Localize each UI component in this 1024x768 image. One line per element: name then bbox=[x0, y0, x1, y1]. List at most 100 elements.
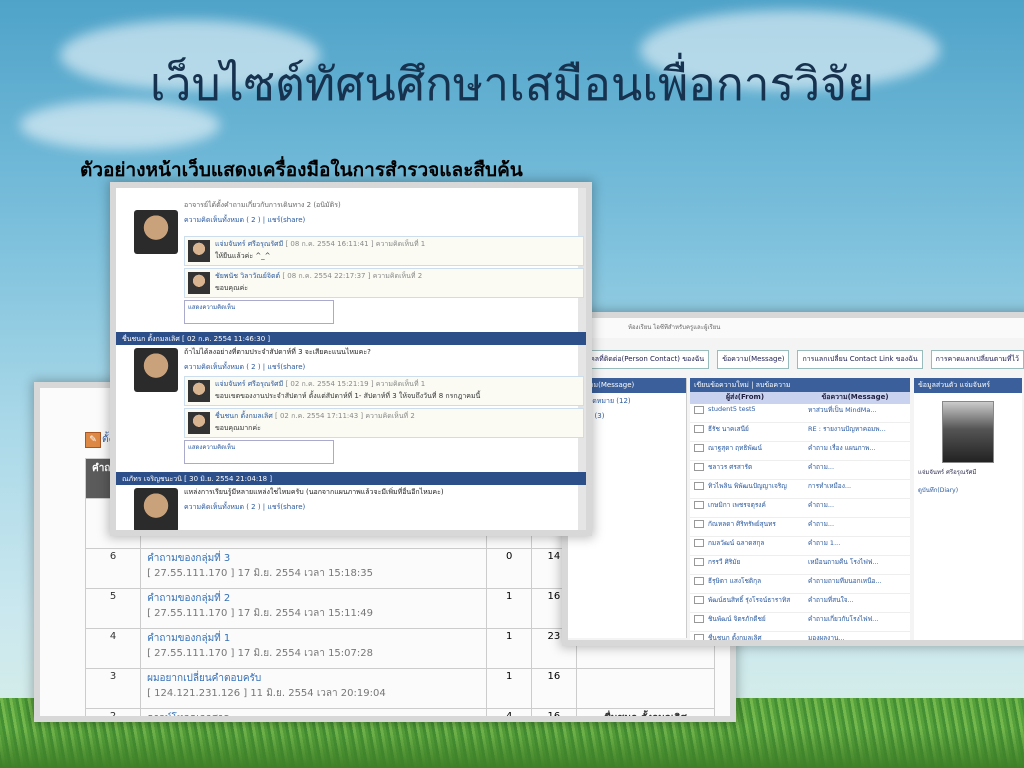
message-from[interactable]: ชินพัฒน์ จิตรภักดีชย์ bbox=[708, 614, 808, 624]
message-row[interactable]: ชลาวร ศรสารัต คำถาม... bbox=[690, 461, 910, 480]
message-row[interactable]: ทิวไพลิน พิพัฒนปัญญาเจริญ การทำเหมือง... bbox=[690, 480, 910, 499]
message-row[interactable]: ชื่นชนก ตั้งกมลเลิศ มองผลงาน... bbox=[690, 632, 910, 640]
message-checkbox[interactable] bbox=[694, 577, 704, 585]
post-3-comments-link[interactable]: ความคิดเห็นทั้งหมด ( 2 ) | แชร์(share) bbox=[116, 500, 586, 513]
messages-screenshot: ห้องเรียน ไอซีทีสำหรับครูและผู้เรียน บุค… bbox=[568, 318, 1024, 640]
message-from[interactable]: พัฒน์ธนสิทธิ์ รุ่งโรจน์ธาราทิส bbox=[708, 595, 808, 605]
diary-link[interactable]: ดูบันทึก(Diary) bbox=[914, 481, 1022, 499]
post-2-header: ชื่นชนก ตั้งกมลเลิศ [ 02 ก.ค. 2554 11:46… bbox=[116, 332, 586, 345]
message-checkbox[interactable] bbox=[694, 425, 704, 433]
message-subject[interactable]: การทำเหมือง... bbox=[808, 481, 910, 491]
post-1: อาจารย์ได้ตั้งคำถามเกี่ยวกับการเดินทาง 2… bbox=[116, 188, 586, 254]
comment-text: ขอบเขตของงานประจำสัปดาห์ ตั้งแต่สัปดาห์ท… bbox=[215, 392, 481, 400]
message-checkbox[interactable] bbox=[694, 615, 704, 623]
last-user: ชื่นชนก ตั้งกมลเลิศ bbox=[575, 708, 716, 716]
message-subject[interactable]: คำถาม... bbox=[808, 500, 910, 510]
message-row[interactable]: เกษมิกา เพชรจตุรงค์ คำถาม... bbox=[690, 499, 910, 518]
reply-field[interactable]: แสดงความคิดเห็น bbox=[184, 300, 334, 324]
profile-panel: ข้อมูลส่วนตัว แจ่มจันทร์ แจ่มจันทร์ ศรีอ… bbox=[914, 378, 1022, 640]
message-from[interactable]: ทิวไพลิน พิพัฒนปัญญาเจริญ bbox=[708, 481, 808, 491]
message-from[interactable]: ธีรุษิตา แสงโชติกุล bbox=[708, 576, 808, 586]
post-3-header: ณภัทร เจริญชนะวนิ [ 30 มิ.ย. 2554 21:04:… bbox=[116, 472, 586, 485]
message-from[interactable]: เกษมิกา เพชรจตุรงค์ bbox=[708, 500, 808, 510]
message-subject[interactable]: RE : รายงานปัญหาคอมพ... bbox=[808, 424, 910, 434]
comment-1: แจ่มจันทร์ ศรีอรุณรัศมี [ 08 ก.ค. 2554 1… bbox=[184, 236, 584, 266]
row-topic: คำถามของกลุ่มที่ 1 [ 27.55.111.170 ] 17 ม… bbox=[140, 628, 488, 669]
message-checkbox[interactable] bbox=[694, 501, 704, 509]
comment-author[interactable]: ชัยพนัช วิลาวัณย์จิตต์ bbox=[215, 272, 280, 280]
message-subject[interactable]: หาส่วนที่เป็น MindMa... bbox=[808, 405, 910, 415]
message-from[interactable]: กัณหลดา ศิริทรัพย์สุนทร bbox=[708, 519, 808, 529]
message-row[interactable]: ธีรัช นาคเสนีย์ RE : รายงานปัญหาคอมพ... bbox=[690, 423, 910, 442]
topic-meta: [ 27.55.111.170 ] 17 มิ.ย. 2554 เวลา 15:… bbox=[147, 608, 373, 619]
reply-count: 0 bbox=[486, 548, 532, 589]
message-row[interactable]: กรรวี ศิริมัย เหมือนถามคืน โรงไฟฟ... bbox=[690, 556, 910, 575]
message-from[interactable]: student5 test5 bbox=[708, 405, 808, 413]
message-from[interactable]: ณาฐสุดา ฤทธิพัฒน์ bbox=[708, 443, 808, 453]
message-subject[interactable]: คำถาม เรื่อง แผนภาพ... bbox=[808, 443, 910, 453]
message-row[interactable]: กัณหลดา ศิริทรัพย์สุนทร คำถาม... bbox=[690, 518, 910, 537]
message-checkbox[interactable] bbox=[694, 596, 704, 604]
message-from[interactable]: ธีรัช นาคเสนีย์ bbox=[708, 424, 808, 434]
reply-count: 1 bbox=[486, 628, 532, 669]
comment-avatar bbox=[188, 272, 210, 294]
message-subject[interactable]: คำถามเกี่ยวกับโรงไฟฟ... bbox=[808, 614, 910, 624]
message-row[interactable]: กมลวัฒน์ ฉลาดสกุล คำถาม 1... bbox=[690, 537, 910, 556]
message-subject[interactable]: เหมือนถามคืน โรงไฟฟ... bbox=[808, 557, 910, 567]
message-from[interactable]: ชลาวร ศรสารัต bbox=[708, 462, 808, 472]
messages-list-panel: เขียนข้อความใหม่ | ลบข้อความ ผู้ส่ง(From… bbox=[690, 378, 910, 640]
table-row: 3 ผมอยากเปลี่ยนคำตอบครับ [ 124.121.231.126… bbox=[84, 668, 716, 709]
comment-author[interactable]: แจ่มจันทร์ ศรีอรุณรัศมี bbox=[215, 240, 283, 248]
last-user bbox=[575, 668, 716, 709]
message-from[interactable]: กรรวี ศิริมัย bbox=[708, 557, 808, 567]
comment-meta: [ 02 ก.ค. 2554 17:11:43 ] ความคิดเห็นที่… bbox=[275, 412, 415, 420]
message-checkbox[interactable] bbox=[694, 463, 704, 471]
topic-link[interactable]: คำถามของกลุ่มที่ 3 bbox=[147, 551, 480, 566]
topic-link[interactable]: ดาวน์โหลดเอกสาร bbox=[147, 711, 480, 716]
forum-logo-icon: ✎ bbox=[85, 432, 101, 448]
message-from[interactable]: ชื่นชนก ตั้งกมลเลิศ bbox=[708, 633, 808, 640]
message-row[interactable]: student5 test5 หาส่วนที่เป็น MindMa... bbox=[690, 404, 910, 423]
message-checkbox[interactable] bbox=[694, 634, 704, 640]
topic-link[interactable]: คำถามของกลุ่มที่ 1 bbox=[147, 631, 480, 646]
message-row[interactable]: ณาฐสุดา ฤทธิพัฒน์ คำถาม เรื่อง แผนภาพ... bbox=[690, 442, 910, 461]
message-from[interactable]: กมลวัฒน์ ฉลาดสกุล bbox=[708, 538, 808, 548]
message-subject[interactable]: คำถาม 1... bbox=[808, 538, 910, 548]
reply-field[interactable]: แสดงความคิดเห็น bbox=[184, 440, 334, 464]
message-row[interactable]: พัฒน์ธนสิทธิ์ รุ่งโรจน์ธาราทิส คำถามที่สน… bbox=[690, 594, 910, 613]
row-topic: คำถามของกลุ่มที่ 3 [ 27.55.111.170 ] 17 ม… bbox=[140, 548, 488, 589]
topic-meta: [ 27.55.111.170 ] 17 มิ.ย. 2554 เวลา 15:… bbox=[147, 648, 373, 659]
messages-list-toolbar[interactable]: เขียนข้อความใหม่ | ลบข้อความ bbox=[690, 378, 910, 392]
message-checkbox[interactable] bbox=[694, 539, 704, 547]
message-subject[interactable]: มองผลงาน... bbox=[808, 633, 910, 640]
message-row[interactable]: ชินพัฒน์ จิตรภักดีชย์ คำถามเกี่ยวกับโรงไฟ… bbox=[690, 613, 910, 632]
comment-text: ให้ยืนแล้วค่ะ ^_^ bbox=[215, 252, 271, 260]
comment-text: ขอบคุณค่ะ bbox=[215, 284, 249, 292]
nav-message[interactable]: ข้อความ(Message) bbox=[717, 349, 790, 369]
message-row[interactable]: ธีรุษิตา แสงโชติกุล คำถามถามทีมนอกเหนือ..… bbox=[690, 575, 910, 594]
message-checkbox[interactable] bbox=[694, 482, 704, 490]
post-2-comments-link[interactable]: ความคิดเห็นทั้งหมด ( 2 ) | แชร์(share) bbox=[116, 360, 586, 373]
nav-other[interactable]: การคาดแลกเปลี่ยนตามที่ไว้ bbox=[930, 349, 1024, 369]
message-subject[interactable]: คำถาม... bbox=[808, 519, 910, 529]
message-checkbox[interactable] bbox=[694, 520, 704, 528]
post-2-text: ถ้าไม่ได้ลงอย่างที่ตามประจำสัปดาห์ที่ 3 … bbox=[184, 348, 371, 356]
row-topic: คำถามของกลุ่มที่ 2 [ 27.55.111.170 ] 17 ม… bbox=[140, 588, 488, 629]
message-subject[interactable]: คำถามถามทีมนอกเหนือ... bbox=[808, 576, 910, 586]
message-checkbox[interactable] bbox=[694, 558, 704, 566]
topic-link[interactable]: ผมอยากเปลี่ยนคำตอบครับ bbox=[147, 671, 480, 686]
comment-avatar bbox=[188, 380, 210, 402]
message-subject[interactable]: คำถาม... bbox=[808, 462, 910, 472]
nav-person-contact[interactable]: บุคคลที่ติดต่อ(Person Contact) ของฉัน bbox=[576, 349, 710, 369]
post-1-comments-link[interactable]: ความคิดเห็นทั้งหมด ( 2 ) | แชร์(share) bbox=[116, 213, 586, 226]
comment-2: ชัยพนัช วิลาวัณย์จิตต์ [ 08 ก.ค. 2554 22… bbox=[184, 268, 584, 298]
comment-author[interactable]: ชื่นชนก ตั้งกมลเลิศ bbox=[215, 412, 273, 420]
topic-link[interactable]: คำถามของกลุ่มที่ 2 bbox=[147, 591, 480, 606]
comment-author[interactable]: แจ่มจันทร์ ศรีอรุณรัศมี bbox=[215, 380, 283, 388]
message-checkbox[interactable] bbox=[694, 444, 704, 452]
forum-logo-text[interactable]: ตั้ง bbox=[102, 432, 113, 447]
row-number: 6 bbox=[84, 548, 142, 589]
nav-contact-link[interactable]: การแลกเปลี่ยน Contact Link ของฉัน bbox=[797, 349, 923, 369]
message-checkbox[interactable] bbox=[694, 406, 704, 414]
message-subject[interactable]: คำถามที่สนใจ... bbox=[808, 595, 910, 605]
